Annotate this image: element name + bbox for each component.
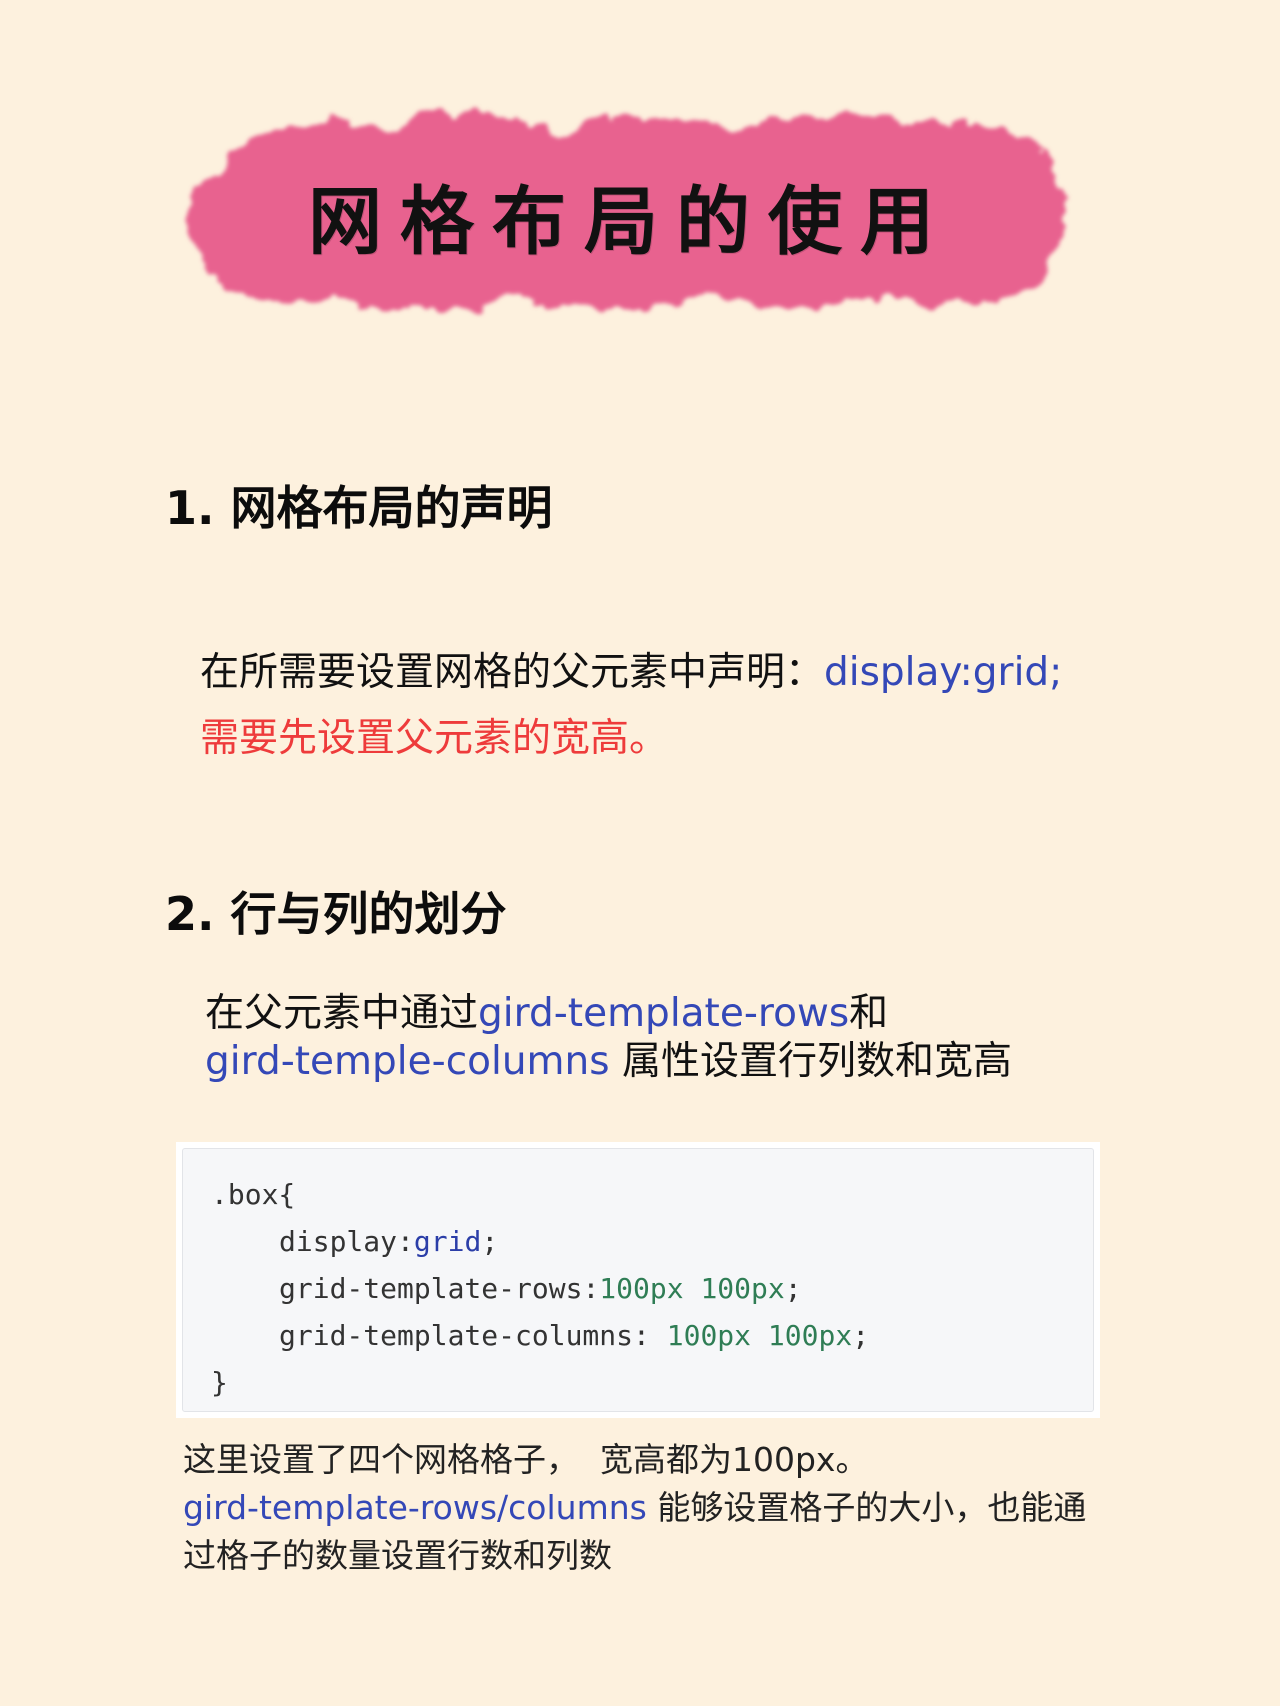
explanation-note: 这里设置了四个网格格子， 宽高都为100px。 gird-template-ro… bbox=[183, 1436, 1086, 1580]
note-line-2: gird-template-rows/columns 能够设置格子的大小，也能通 bbox=[183, 1484, 1086, 1532]
note-line-1: 这里设置了四个网格格子， 宽高都为100px。 bbox=[183, 1440, 869, 1479]
note-line-2-text: 能够设置格子的大小，也能通 bbox=[646, 1488, 1087, 1527]
code-property: grid-template-rows bbox=[279, 1272, 583, 1305]
conjunction-text: 和 bbox=[849, 991, 889, 1036]
code-colon: : bbox=[397, 1225, 414, 1258]
code-block-frame: .box{ display:grid; grid-template-rows:1… bbox=[176, 1142, 1100, 1418]
code-colon: : bbox=[582, 1272, 600, 1305]
code-line: grid-template-rows:100px 100px; bbox=[211, 1265, 1093, 1312]
code-number: 100px bbox=[599, 1272, 684, 1305]
page-title: 网格布局的使用 bbox=[308, 178, 952, 265]
code-line: } bbox=[211, 1359, 1093, 1406]
rows-columns-description: 属性设置行列数和宽高 bbox=[609, 1039, 1012, 1084]
code-closing-brace: } bbox=[211, 1366, 228, 1399]
note-line-3: 过格子的数量设置行数和列数 bbox=[183, 1536, 612, 1575]
declaration-line: 在所需要设置网格的父元素中声明：display:grid; bbox=[200, 640, 1062, 706]
code-line: display:grid; bbox=[211, 1218, 1093, 1265]
code-number: 100px bbox=[700, 1272, 785, 1305]
code-number: 100px bbox=[666, 1319, 752, 1352]
template-rows-keyword: gird-template-rows bbox=[478, 991, 850, 1036]
code-colon: : bbox=[633, 1319, 667, 1352]
code-value: grid bbox=[413, 1225, 482, 1258]
code-line: grid-template-columns: 100px 100px; bbox=[211, 1312, 1093, 1359]
code-selector: .box{ bbox=[211, 1178, 296, 1211]
code-semicolon: ; bbox=[481, 1225, 499, 1258]
code-block: .box{ display:grid; grid-template-rows:1… bbox=[182, 1148, 1094, 1412]
warning-text: 需要先设置父元素的宽高。 bbox=[200, 716, 669, 761]
rows-columns-line-2: gird-temple-columns 属性设置行列数和宽高 bbox=[205, 1038, 1012, 1086]
code-number: 100px bbox=[767, 1319, 853, 1352]
declaration-text: 在所需要设置网格的父元素中声明： bbox=[200, 650, 825, 695]
code-property: display bbox=[279, 1225, 398, 1258]
section-heading-rows-columns: 2. 行与列的划分 bbox=[165, 887, 507, 941]
template-rows-columns-keyword: gird-template-rows/columns bbox=[183, 1488, 647, 1527]
display-grid-keyword: display:grid; bbox=[824, 650, 1063, 695]
declaration-paragraph: 在所需要设置网格的父元素中声明：display:grid; 需要先设置父元素的宽… bbox=[200, 640, 1062, 772]
template-columns-keyword: gird-temple-columns bbox=[205, 1039, 610, 1084]
rows-columns-line-1: 在父元素中通过gird-template-rows和 bbox=[205, 990, 1012, 1038]
code-property: grid-template-columns bbox=[279, 1319, 634, 1352]
code-semicolon: ; bbox=[852, 1319, 870, 1352]
code-line: .box{ bbox=[211, 1171, 1093, 1218]
section-heading-declaration: 1. 网格布局的声明 bbox=[165, 481, 553, 535]
title-banner: 网格布局的使用 bbox=[180, 95, 1080, 335]
rows-columns-text: 在父元素中通过 bbox=[205, 991, 479, 1036]
code-semicolon: ; bbox=[784, 1272, 802, 1305]
rows-columns-paragraph: 在父元素中通过gird-template-rows和 gird-temple-c… bbox=[205, 990, 1012, 1086]
